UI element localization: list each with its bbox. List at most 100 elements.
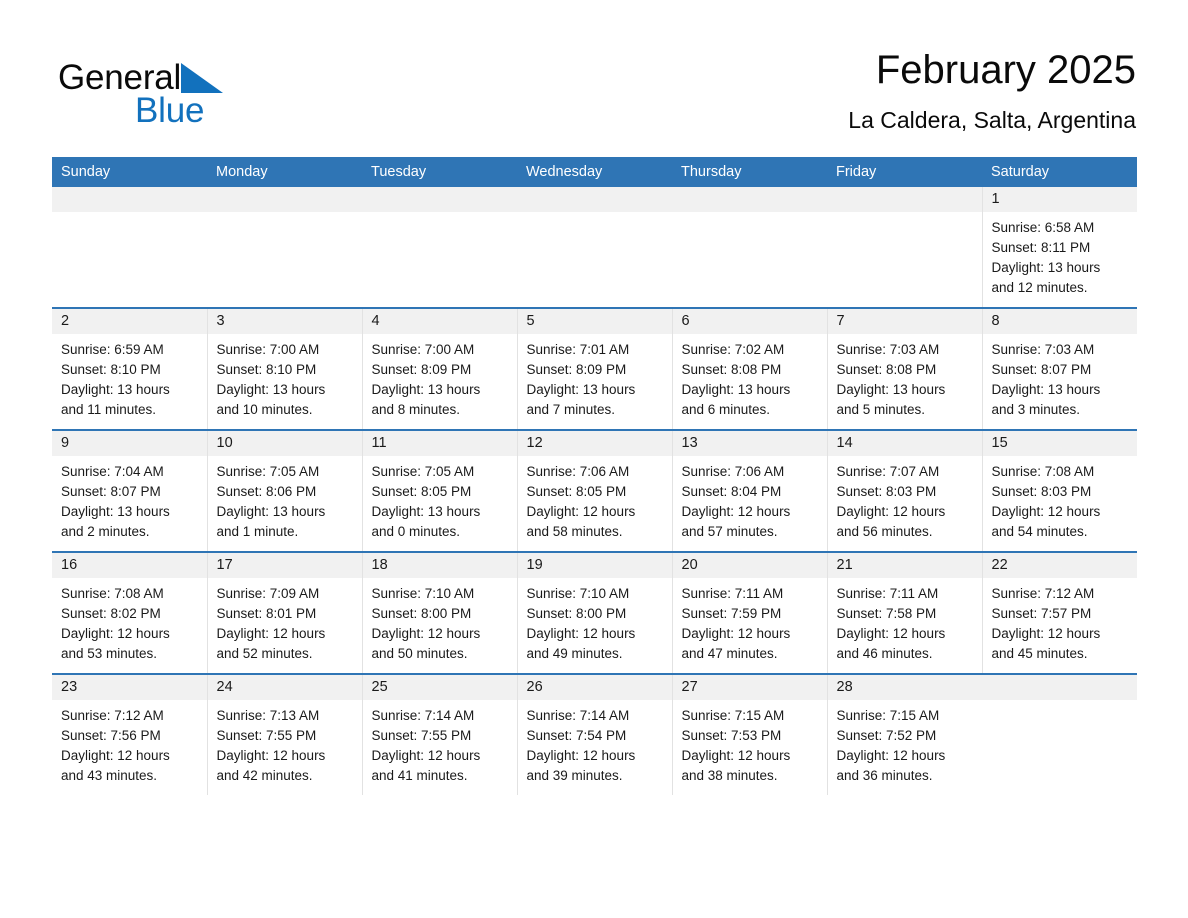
sunrise-text: Sunrise: 7:05 AM xyxy=(216,464,320,479)
daylight-text-line1: Daylight: 13 hours xyxy=(681,382,791,397)
calendar-day-cell[interactable]: 24 Sunrise: 7:13 AM Sunset: 7:55 PM Dayligh… xyxy=(206,673,362,795)
calendar-day-cell[interactable]: 20 Sunrise: 7:11 AM Sunset: 7:59 PM Dayligh… xyxy=(671,551,827,674)
daylight-text-line2: and 8 minutes. xyxy=(371,402,461,417)
daylight-text-line1: Daylight: 12 hours xyxy=(216,748,326,763)
daylight-text-line1: Daylight: 13 hours xyxy=(61,504,170,519)
sunset-text: Sunset: 7:58 PM xyxy=(836,606,937,621)
calendar-day-cell[interactable]: 23 Sunrise: 7:12 AM Sunset: 7:56 PM Dayligh… xyxy=(52,673,207,795)
daylight-text-line1: Daylight: 13 hours xyxy=(991,382,1101,397)
day-cell-inner: 17 Sunrise: 7:09 AM Sunset: 8:01 PM Dayligh… xyxy=(207,553,362,673)
calendar-day-cell[interactable]: 22 Sunrise: 7:12 AM Sunset: 7:57 PM Dayligh… xyxy=(981,551,1137,674)
day-number: 9 xyxy=(52,431,207,456)
daylight-text-line1: Daylight: 12 hours xyxy=(991,626,1101,641)
sunset-text: Sunset: 8:09 PM xyxy=(371,362,472,377)
sunset-text: Sunset: 7:55 PM xyxy=(216,728,317,743)
calendar-day-cell[interactable]: 10 Sunrise: 7:05 AM Sunset: 8:06 PM Dayligh… xyxy=(206,429,362,552)
calendar-day-cell[interactable]: 26 Sunrise: 7:14 AM Sunset: 7:54 PM Dayligh… xyxy=(516,673,672,795)
sunrise-text: Sunrise: 7:09 AM xyxy=(216,586,320,601)
calendar-day-cell[interactable]: 5 Sunrise: 7:01 AM Sunset: 8:09 PM Daylight… xyxy=(516,307,672,430)
day-cell-inner: 15 Sunrise: 7:08 AM Sunset: 8:03 PM Dayligh… xyxy=(982,431,1137,551)
day-cell-inner: 28 Sunrise: 7:15 AM Sunset: 7:52 PM Dayligh… xyxy=(827,675,982,795)
sunrise-text: Sunrise: 7:15 AM xyxy=(836,708,940,723)
day-details: Sunrise: 7:10 AM Sunset: 8:00 PM Daylight:… xyxy=(363,578,517,664)
daylight-text-line1: Daylight: 12 hours xyxy=(681,504,791,519)
daylight-text-line1: Daylight: 12 hours xyxy=(836,626,946,641)
daylight-text-line1: Daylight: 12 hours xyxy=(371,748,481,763)
daylight-text-line1: Daylight: 13 hours xyxy=(371,504,481,519)
sunset-text: Sunset: 7:52 PM xyxy=(836,728,937,743)
sunrise-text: Sunrise: 7:10 AM xyxy=(526,586,630,601)
daylight-text-line1: Daylight: 13 hours xyxy=(991,260,1101,275)
daylight-text-line1: Daylight: 12 hours xyxy=(681,626,791,641)
logo-triangle-icon xyxy=(181,63,224,93)
calendar-day-cell[interactable]: 9 Sunrise: 7:04 AM Sunset: 8:07 PM Daylight… xyxy=(52,429,207,552)
calendar-day-cell[interactable]: 25 Sunrise: 7:14 AM Sunset: 7:55 PM Dayligh… xyxy=(361,673,517,795)
calendar-day-cell[interactable]: 3 Sunrise: 7:00 AM Sunset: 8:10 PM Daylight… xyxy=(206,307,362,430)
daylight-text-line2: and 36 minutes. xyxy=(836,768,933,783)
day-cell-inner: 27 Sunrise: 7:15 AM Sunset: 7:53 PM Dayligh… xyxy=(672,675,827,795)
day-number: 7 xyxy=(827,309,982,334)
weekday-header-saturday: Saturday xyxy=(982,157,1137,187)
day-cell-inner: 5 Sunrise: 7:01 AM Sunset: 8:09 PM Daylight… xyxy=(517,309,672,429)
day-details: Sunrise: 7:11 AM Sunset: 7:59 PM Daylight:… xyxy=(673,578,827,664)
daylight-text-line1: Daylight: 12 hours xyxy=(526,626,636,641)
calendar-day-cell[interactable]: 15 Sunrise: 7:08 AM Sunset: 8:03 PM Dayligh… xyxy=(981,429,1137,552)
calendar-day-cell[interactable]: 16 Sunrise: 7:08 AM Sunset: 8:02 PM Dayligh… xyxy=(52,551,207,674)
sunset-text: Sunset: 8:05 PM xyxy=(526,484,627,499)
sunrise-text: Sunrise: 7:07 AM xyxy=(836,464,940,479)
calendar-day-cell[interactable]: 21 Sunrise: 7:11 AM Sunset: 7:58 PM Dayligh… xyxy=(826,551,982,674)
day-number xyxy=(827,187,982,212)
day-number xyxy=(52,187,207,212)
sunset-text: Sunset: 8:05 PM xyxy=(371,484,472,499)
calendar-day-cell[interactable]: 7 Sunrise: 7:03 AM Sunset: 8:08 PM Daylight… xyxy=(826,307,982,430)
calendar-day-cell[interactable]: 13 Sunrise: 7:06 AM Sunset: 8:04 PM Dayligh… xyxy=(671,429,827,552)
calendar-head: Sunday Monday Tuesday Wednesday Thursday… xyxy=(52,157,1137,187)
calendar-day-cell[interactable]: 12 Sunrise: 7:06 AM Sunset: 8:05 PM Dayligh… xyxy=(516,429,672,552)
calendar-day-cell[interactable]: 2 Sunrise: 6:59 AM Sunset: 8:10 PM Daylight… xyxy=(52,307,207,430)
sunrise-text: Sunrise: 7:06 AM xyxy=(526,464,630,479)
calendar-day-cell[interactable]: 1 Sunrise: 6:58 AM Sunset: 8:11 PM Daylight… xyxy=(981,187,1138,308)
calendar-day-cell[interactable]: 28 Sunrise: 7:15 AM Sunset: 7:52 PM Dayligh… xyxy=(826,673,982,795)
calendar-day-cell[interactable]: 18 Sunrise: 7:10 AM Sunset: 8:00 PM Dayligh… xyxy=(361,551,517,674)
day-details: Sunrise: 7:06 AM Sunset: 8:05 PM Daylight:… xyxy=(518,456,672,542)
day-details: Sunrise: 7:00 AM Sunset: 8:10 PM Daylight:… xyxy=(208,334,362,420)
weekday-header-wednesday: Wednesday xyxy=(517,157,672,187)
calendar-day-cell[interactable]: 6 Sunrise: 7:02 AM Sunset: 8:08 PM Daylight… xyxy=(671,307,827,430)
page-subtitle: La Caldera, Salta, Argentina xyxy=(848,107,1136,133)
day-number: 1 xyxy=(982,187,1137,212)
daylight-text-line2: and 49 minutes. xyxy=(526,646,623,661)
day-cell-inner: 22 Sunrise: 7:12 AM Sunset: 7:57 PM Dayligh… xyxy=(982,553,1137,673)
daylight-text-line1: Daylight: 12 hours xyxy=(991,504,1101,519)
sunset-text: Sunset: 7:53 PM xyxy=(681,728,782,743)
day-number: 26 xyxy=(517,675,672,700)
day-number: 25 xyxy=(362,675,517,700)
daylight-text-line1: Daylight: 12 hours xyxy=(61,626,170,641)
calendar-body: 1 Sunrise: 6:58 AM Sunset: 8:11 PM Daylight… xyxy=(52,187,1137,795)
calendar-day-cell[interactable]: 14 Sunrise: 7:07 AM Sunset: 8:03 PM Dayligh… xyxy=(826,429,982,552)
calendar-day-cell[interactable]: 19 Sunrise: 7:10 AM Sunset: 8:00 PM Dayligh… xyxy=(516,551,672,674)
calendar-day-cell[interactable]: 4 Sunrise: 7:00 AM Sunset: 8:09 PM Daylight… xyxy=(361,307,517,430)
day-cell-inner: 6 Sunrise: 7:02 AM Sunset: 8:08 PM Daylight… xyxy=(672,309,827,429)
daylight-text-line2: and 3 minutes. xyxy=(991,402,1081,417)
calendar-day-cell[interactable]: 11 Sunrise: 7:05 AM Sunset: 8:05 PM Dayligh… xyxy=(361,429,517,552)
calendar-day-cell-empty xyxy=(672,187,827,308)
logo-text-general: General xyxy=(58,58,182,97)
day-details: Sunrise: 6:59 AM Sunset: 8:10 PM Daylight:… xyxy=(52,334,207,420)
day-details: Sunrise: 6:58 AM Sunset: 8:11 PM Daylight:… xyxy=(983,212,1138,298)
day-details: Sunrise: 7:00 AM Sunset: 8:09 PM Daylight:… xyxy=(363,334,517,420)
daylight-text-line2: and 6 minutes. xyxy=(681,402,771,417)
day-number: 21 xyxy=(827,553,982,578)
sunrise-text: Sunrise: 7:12 AM xyxy=(61,708,164,723)
daylight-text-line2: and 11 minutes. xyxy=(61,402,157,417)
sunset-text: Sunset: 8:08 PM xyxy=(681,362,782,377)
daylight-text-line2: and 43 minutes. xyxy=(61,768,158,783)
calendar-day-cell[interactable]: 8 Sunrise: 7:03 AM Sunset: 8:07 PM Daylight… xyxy=(981,307,1137,430)
daylight-text-line2: and 57 minutes. xyxy=(681,524,778,539)
daylight-text-line2: and 5 minutes. xyxy=(836,402,926,417)
day-cell-inner: 18 Sunrise: 7:10 AM Sunset: 8:00 PM Dayligh… xyxy=(362,553,517,673)
calendar-day-cell[interactable]: 17 Sunrise: 7:09 AM Sunset: 8:01 PM Dayligh… xyxy=(206,551,362,674)
day-cell-inner: 23 Sunrise: 7:12 AM Sunset: 7:56 PM Dayligh… xyxy=(52,675,207,795)
general-blue-logo[interactable]: General Blue xyxy=(58,52,318,138)
calendar-day-cell[interactable]: 27 Sunrise: 7:15 AM Sunset: 7:53 PM Dayligh… xyxy=(671,673,827,795)
day-details: Sunrise: 7:01 AM Sunset: 8:09 PM Daylight:… xyxy=(518,334,672,420)
